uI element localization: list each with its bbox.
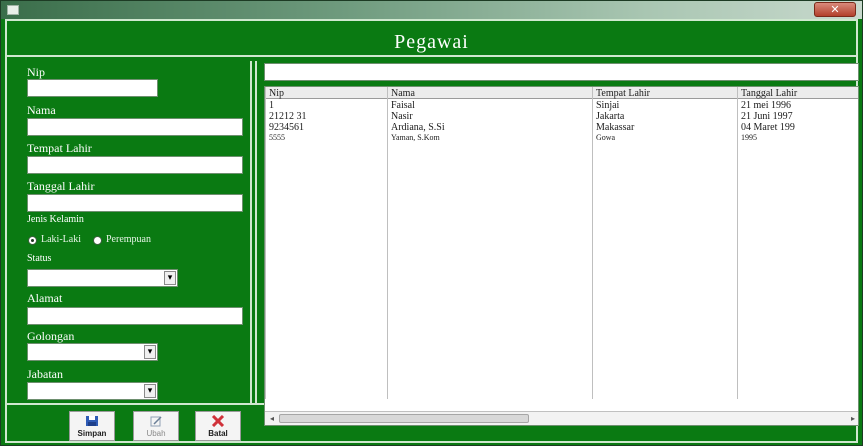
edit-icon bbox=[150, 416, 162, 427]
scroll-left-arrow-icon[interactable]: ◂ bbox=[266, 413, 278, 424]
batal-button[interactable]: Batal bbox=[195, 411, 241, 441]
radio-perempuan[interactable] bbox=[93, 236, 102, 245]
panel-divider-right bbox=[255, 61, 257, 403]
nip-input[interactable] bbox=[27, 79, 158, 97]
cell-nama: Faisal bbox=[391, 100, 415, 111]
cell-nip: 5555 bbox=[269, 133, 285, 142]
cell-tanggal-lahir: 1995 bbox=[741, 133, 757, 142]
column-header-tanggal-lahir[interactable]: Tanggal Lahir bbox=[741, 88, 858, 99]
radio-laki-laki-label: Laki-Laki bbox=[41, 234, 81, 245]
panel-divider-left bbox=[250, 61, 252, 403]
tanggal-lahir-input[interactable] bbox=[27, 194, 243, 212]
jabatan-dropdown-arrow-icon[interactable]: ▾ bbox=[144, 384, 156, 398]
pegawai-table[interactable]: Nip Nama Tempat Lahir Tanggal Lahir 1 Fa… bbox=[264, 86, 859, 426]
column-divider bbox=[592, 87, 593, 399]
cell-nama: Yaman, S.Kom bbox=[391, 133, 440, 142]
pegawai-window: ✕ Pegawai Nip Nama Tempat Lahir Tanggal … bbox=[0, 0, 863, 446]
app-icon bbox=[7, 5, 19, 15]
search-input[interactable] bbox=[264, 63, 859, 81]
cell-tempat-lahir: Gowa bbox=[596, 133, 616, 142]
jabatan-select[interactable]: ▾ bbox=[27, 382, 158, 400]
status-label: Status bbox=[27, 253, 52, 264]
column-header-tempat-lahir[interactable]: Tempat Lahir bbox=[596, 88, 732, 99]
cell-tempat-lahir: Sinjai bbox=[596, 100, 620, 111]
cell-nip: 1 bbox=[269, 100, 274, 111]
scroll-right-arrow-icon[interactable]: ▸ bbox=[847, 413, 858, 424]
ubah-label: Ubah bbox=[146, 429, 166, 438]
simpan-button[interactable]: Simpan bbox=[69, 411, 115, 441]
cell-tanggal-lahir: 21 Juni 1997 bbox=[741, 111, 793, 122]
cell-nama: Nasir bbox=[391, 111, 413, 122]
batal-label: Batal bbox=[208, 429, 228, 438]
page-title: Pegawai bbox=[394, 31, 469, 53]
header-divider bbox=[7, 55, 858, 57]
jabatan-label: Jabatan bbox=[27, 367, 63, 381]
column-divider bbox=[265, 87, 266, 399]
ubah-button[interactable]: Ubah bbox=[133, 411, 179, 441]
radio-laki-laki[interactable] bbox=[28, 236, 37, 245]
cell-tanggal-lahir: 04 Maret 199 bbox=[741, 122, 795, 133]
radio-perempuan-label: Perempuan bbox=[106, 234, 151, 245]
cell-tempat-lahir: Makassar bbox=[596, 122, 635, 133]
cell-tanggal-lahir: 21 mei 1996 bbox=[741, 100, 791, 111]
cell-nama: Ardiana, S.Si bbox=[391, 122, 445, 133]
column-header-nama[interactable]: Nama bbox=[391, 88, 587, 99]
simpan-label: Simpan bbox=[77, 429, 107, 438]
cell-nip: 9234561 bbox=[269, 122, 304, 133]
jenis-kelamin-label: Jenis Kelamin bbox=[27, 214, 84, 225]
golongan-dropdown-arrow-icon[interactable]: ▾ bbox=[144, 345, 156, 359]
golongan-select[interactable]: ▾ bbox=[27, 343, 158, 361]
tempat-lahir-label: Tempat Lahir bbox=[27, 141, 92, 155]
floppy-disk-icon bbox=[86, 416, 98, 426]
column-divider bbox=[387, 87, 388, 399]
golongan-label: Golongan bbox=[27, 329, 75, 343]
cancel-x-icon bbox=[211, 415, 225, 427]
title-bar: ✕ bbox=[1, 1, 862, 19]
column-divider bbox=[737, 87, 738, 399]
cell-tempat-lahir: Jakarta bbox=[596, 111, 625, 122]
tempat-lahir-input[interactable] bbox=[27, 156, 243, 174]
nama-label: Nama bbox=[27, 103, 56, 117]
tanggal-lahir-label: Tanggal Lahir bbox=[27, 179, 95, 193]
alamat-label: Alamat bbox=[27, 291, 63, 305]
nama-input[interactable] bbox=[27, 118, 243, 136]
close-button[interactable]: ✕ bbox=[814, 2, 856, 17]
scrollbar-thumb[interactable] bbox=[279, 414, 529, 423]
horizontal-scrollbar[interactable]: ◂ ▸ bbox=[265, 411, 858, 425]
status-dropdown-arrow-icon[interactable]: ▾ bbox=[164, 271, 176, 285]
nip-label: Nip bbox=[27, 65, 45, 79]
cell-nip: 21212 31 bbox=[269, 111, 307, 122]
status-select[interactable]: ▾ bbox=[27, 269, 178, 287]
column-header-nip[interactable]: Nip bbox=[269, 88, 383, 99]
alamat-input[interactable] bbox=[27, 307, 243, 325]
